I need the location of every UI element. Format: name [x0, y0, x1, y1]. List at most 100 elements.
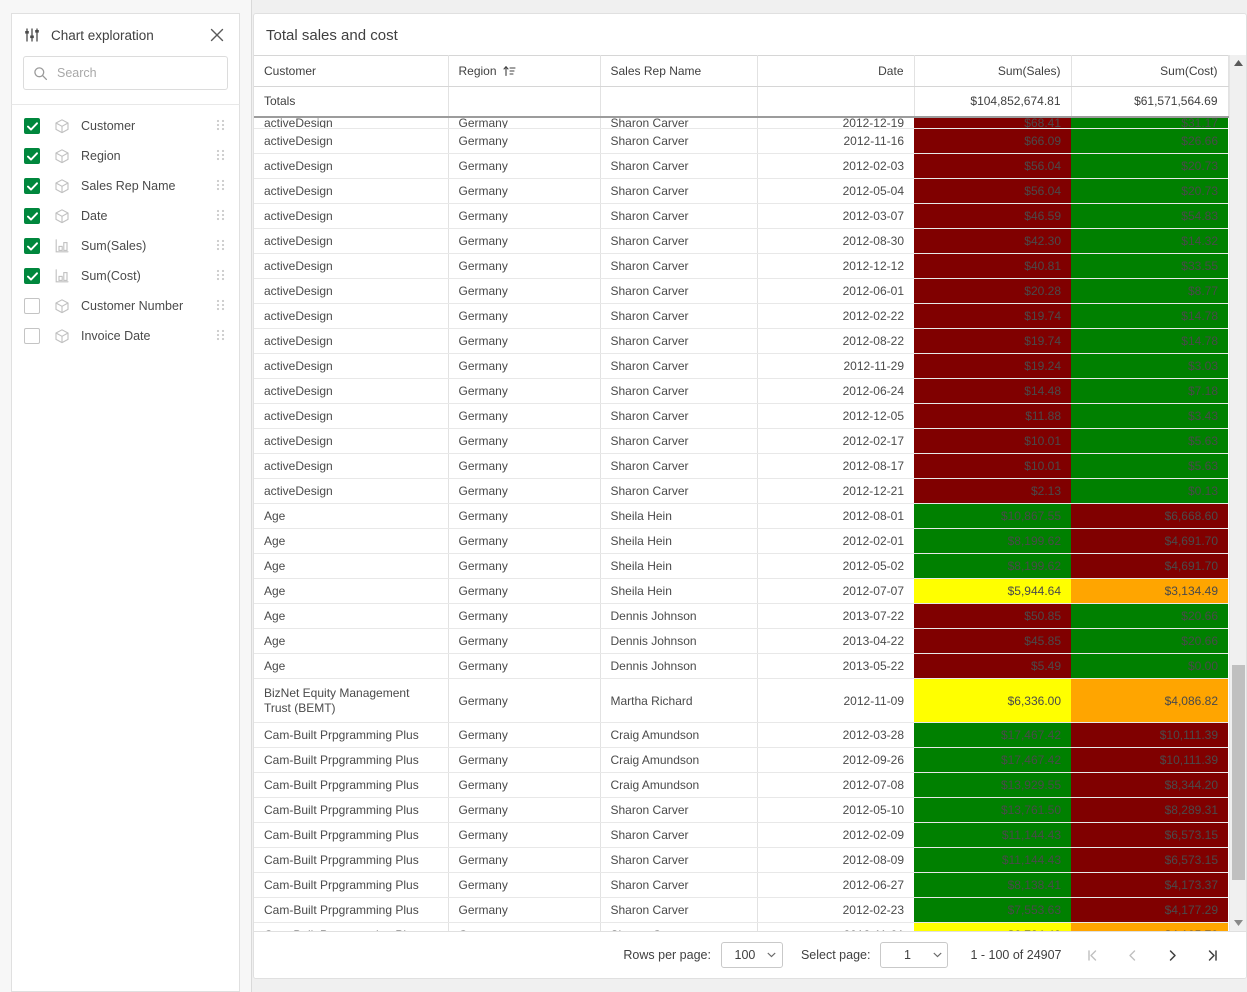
scroll-up-icon[interactable] [1230, 55, 1247, 71]
field-list-item[interactable]: Sum(Cost) [12, 261, 239, 291]
table-row[interactable]: activeDesignGermanySharon Carver2012-05-… [254, 179, 1228, 204]
table-cell-customer[interactable]: activeDesign [254, 204, 448, 229]
table-cell-region[interactable]: Germany [448, 179, 600, 204]
field-list-item[interactable]: Customer [12, 111, 239, 141]
table-cell-date[interactable]: 2012-05-04 [757, 179, 914, 204]
table-cell-sales[interactable]: $19.24 [914, 354, 1071, 379]
checkbox-unchecked-icon[interactable] [24, 298, 40, 314]
table-cell-date[interactable]: 2012-02-22 [757, 304, 914, 329]
table-row[interactable]: AgeGermanySheila Hein2012-08-01$10,867.5… [254, 504, 1228, 529]
table-cell-customer[interactable]: Age [254, 579, 448, 604]
field-list-item[interactable]: Region [12, 141, 239, 171]
table-cell-date[interactable]: 2013-04-22 [757, 629, 914, 654]
table-cell-rep[interactable]: Sharon Carver [600, 404, 757, 429]
table-cell-date[interactable]: 2012-06-24 [757, 379, 914, 404]
table-cell-rep[interactable]: Sharon Carver [600, 898, 757, 923]
table-cell-date[interactable]: 2012-06-01 [757, 279, 914, 304]
table-cell-customer[interactable]: activeDesign [254, 229, 448, 254]
table-cell-date[interactable]: 2012-08-01 [757, 504, 914, 529]
checkbox-checked-icon[interactable] [24, 178, 40, 194]
table-cell-sales[interactable]: $68.41 [914, 117, 1071, 129]
sort-ascending-icon[interactable] [497, 64, 516, 78]
table-cell-sales[interactable]: $14.48 [914, 379, 1071, 404]
table-cell-rep[interactable]: Sharon Carver [600, 873, 757, 898]
table-row[interactable]: activeDesignGermanySharon Carver2012-06-… [254, 379, 1228, 404]
table-cell-customer[interactable]: Cam-Built Prpgramming Plus [254, 798, 448, 823]
table-cell-sales[interactable]: $17,467.42 [914, 723, 1071, 748]
table-cell-rep[interactable]: Sheila Hein [600, 579, 757, 604]
table-cell-sales[interactable]: $11.88 [914, 404, 1071, 429]
table-cell-cost[interactable]: $4,086.82 [1071, 679, 1228, 723]
table-cell-region[interactable]: Germany [448, 654, 600, 679]
table-row[interactable]: activeDesignGermanySharon Carver2012-08-… [254, 329, 1228, 354]
table-row[interactable]: AgeGermanySheila Hein2012-07-07$5,944.64… [254, 579, 1228, 604]
table-cell-cost[interactable]: $7.18 [1071, 379, 1228, 404]
table-cell-date[interactable]: 2012-08-09 [757, 848, 914, 873]
table-cell-sales[interactable]: $42.30 [914, 229, 1071, 254]
table-cell-rep[interactable]: Sheila Hein [600, 554, 757, 579]
table-row[interactable]: Cam-Built Prpgramming PlusGermanyCraig A… [254, 723, 1228, 748]
table-row[interactable]: Cam-Built Prpgramming PlusGermanySharon … [254, 798, 1228, 823]
table-cell-cost[interactable]: $14.32 [1071, 229, 1228, 254]
table-row[interactable]: activeDesignGermanySharon Carver2012-12-… [254, 117, 1228, 129]
table-cell-rep[interactable]: Sharon Carver [600, 798, 757, 823]
table-cell-region[interactable]: Germany [448, 479, 600, 504]
table-cell-cost[interactable]: $54.83 [1071, 204, 1228, 229]
table-cell-customer[interactable]: Cam-Built Prpgramming Plus [254, 723, 448, 748]
close-icon[interactable] [207, 25, 227, 45]
table-cell-date[interactable]: 2012-06-27 [757, 873, 914, 898]
table-cell-cost[interactable]: $5.63 [1071, 454, 1228, 479]
table-cell-date[interactable]: 2012-11-29 [757, 354, 914, 379]
table-row[interactable]: AgeGermanySheila Hein2012-02-01$8,199.62… [254, 529, 1228, 554]
table-cell-customer[interactable]: Age [254, 654, 448, 679]
column-header[interactable]: Sum(Sales) [914, 56, 1071, 87]
table-cell-region[interactable]: Germany [448, 404, 600, 429]
table-cell-date[interactable]: 2012-12-12 [757, 254, 914, 279]
table-cell-customer[interactable]: activeDesign [254, 354, 448, 379]
table-row[interactable]: activeDesignGermanySharon Carver2012-12-… [254, 479, 1228, 504]
table-cell-customer[interactable]: Cam-Built Prpgramming Plus [254, 823, 448, 848]
table-cell-date[interactable]: 2012-08-30 [757, 229, 914, 254]
table-cell-region[interactable]: Germany [448, 504, 600, 529]
table-cell-rep[interactable]: Sharon Carver [600, 117, 757, 129]
table-cell-customer[interactable]: Cam-Built Prpgramming Plus [254, 898, 448, 923]
table-cell-region[interactable]: Germany [448, 604, 600, 629]
table-cell-date[interactable]: 2012-05-10 [757, 798, 914, 823]
first-page-icon[interactable] [1078, 941, 1108, 969]
table-cell-customer[interactable]: activeDesign [254, 129, 448, 154]
table-cell-customer[interactable]: activeDesign [254, 279, 448, 304]
table-cell-rep[interactable]: Sharon Carver [600, 479, 757, 504]
table-cell-date[interactable]: 2012-07-08 [757, 773, 914, 798]
table-cell-sales[interactable]: $66.09 [914, 129, 1071, 154]
table-cell-sales[interactable]: $6,784.49 [914, 923, 1071, 932]
table-cell-region[interactable]: Germany [448, 748, 600, 773]
table-cell-region[interactable]: Germany [448, 354, 600, 379]
table-cell-region[interactable]: Germany [448, 629, 600, 654]
column-header[interactable]: Region [448, 56, 600, 87]
drag-handle-icon[interactable] [215, 119, 227, 133]
table-cell-sales[interactable]: $6,336.00 [914, 679, 1071, 723]
table-cell-region[interactable]: Germany [448, 279, 600, 304]
table-cell-region[interactable]: Germany [448, 329, 600, 354]
table-cell-customer[interactable]: Age [254, 554, 448, 579]
table-cell-rep[interactable]: Sharon Carver [600, 848, 757, 873]
table-cell-cost[interactable]: $6,668.60 [1071, 504, 1228, 529]
table-cell-cost[interactable]: $3.43 [1071, 404, 1228, 429]
vertical-scrollbar[interactable] [1229, 55, 1246, 931]
table-row[interactable]: activeDesignGermanySharon Carver2012-12-… [254, 254, 1228, 279]
table-cell-sales[interactable]: $17,467.42 [914, 748, 1071, 773]
last-page-icon[interactable] [1198, 941, 1228, 969]
field-list-item[interactable]: Date [12, 201, 239, 231]
table-cell-cost[interactable]: $14.78 [1071, 304, 1228, 329]
table-cell-rep[interactable]: Craig Amundson [600, 748, 757, 773]
table-cell-cost[interactable]: $6,573.15 [1071, 848, 1228, 873]
table-cell-date[interactable]: 2012-12-21 [757, 479, 914, 504]
table-row[interactable]: activeDesignGermanySharon Carver2012-02-… [254, 154, 1228, 179]
table-cell-cost[interactable]: $3.03 [1071, 354, 1228, 379]
checkbox-checked-icon[interactable] [24, 268, 40, 284]
table-cell-region[interactable]: Germany [448, 848, 600, 873]
table-cell-cost[interactable]: $14.78 [1071, 329, 1228, 354]
table-cell-date[interactable]: 2012-02-09 [757, 823, 914, 848]
table-cell-customer[interactable]: Cam-Built Prpgramming Plus [254, 923, 448, 932]
table-cell-date[interactable]: 2013-05-22 [757, 654, 914, 679]
